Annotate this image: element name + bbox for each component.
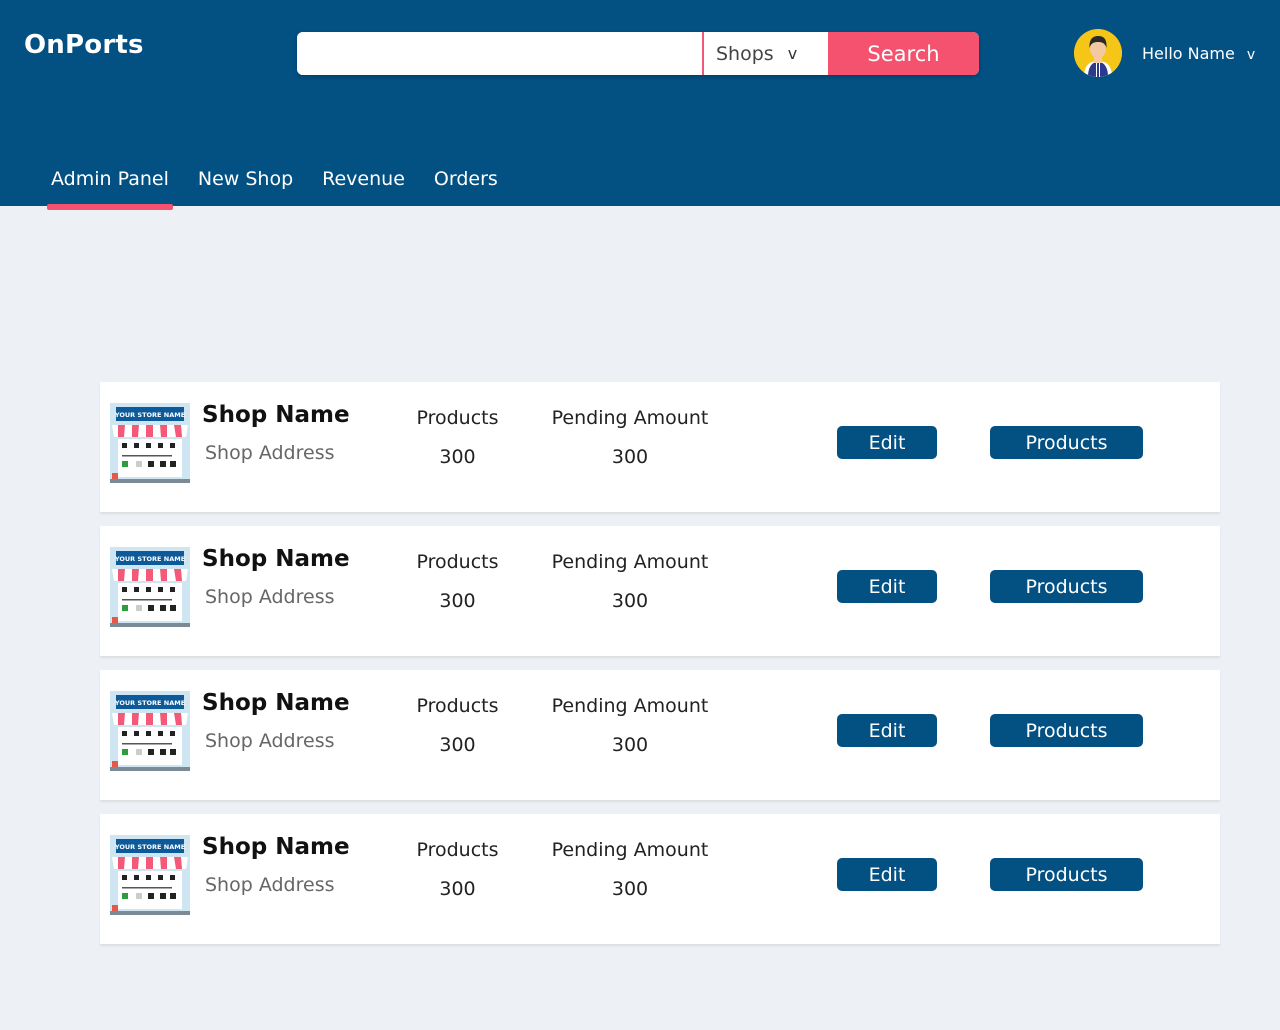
top-header: OnPorts Shops v Search Hello Name v Admi…: [0, 0, 1280, 210]
user-avatar-icon[interactable]: [1074, 29, 1122, 77]
products-value: 300: [439, 590, 476, 612]
app-logo[interactable]: OnPorts: [24, 30, 144, 60]
shop-address: Shop Address: [205, 586, 335, 608]
pending-amount: Pending Amount 300: [545, 551, 715, 612]
shop-card: YOUR STORE NAME Shop Name Shop Address P…: [100, 382, 1220, 512]
tab-new-shop[interactable]: New Shop: [194, 168, 297, 206]
chevron-down-icon: v: [787, 44, 798, 63]
edit-button[interactable]: Edit: [837, 714, 937, 747]
search-button[interactable]: Search: [828, 32, 979, 75]
products-button[interactable]: Products: [990, 714, 1143, 747]
shop-card: YOUR STORE NAME Shop Name Shop Address P…: [100, 526, 1220, 656]
pending-amount: Pending Amount 300: [545, 407, 715, 468]
svg-text:YOUR STORE NAME: YOUR STORE NAME: [114, 555, 185, 563]
shop-name[interactable]: Shop Name: [202, 834, 350, 860]
pending-amount-label: Pending Amount: [551, 407, 709, 429]
products-count: Products 300: [405, 551, 510, 612]
tab-revenue[interactable]: Revenue: [318, 168, 409, 206]
svg-text:YOUR STORE NAME: YOUR STORE NAME: [114, 699, 185, 707]
products-value: 300: [439, 734, 476, 756]
shop-address: Shop Address: [205, 874, 335, 896]
pending-amount-value: 300: [611, 590, 649, 612]
user-greeting: Hello Name: [1142, 43, 1235, 63]
search-category-select[interactable]: Shops v: [702, 32, 828, 75]
search-category-value: Shops: [716, 42, 774, 65]
products-label: Products: [416, 695, 499, 717]
edit-button[interactable]: Edit: [837, 858, 937, 891]
shop-thumbnail: YOUR STORE NAME: [110, 835, 190, 915]
tab-admin-panel[interactable]: Admin Panel: [47, 168, 173, 210]
products-button[interactable]: Products: [990, 426, 1143, 459]
main-tabs: Admin Panel New Shop Revenue Orders: [47, 168, 523, 210]
edit-button[interactable]: Edit: [837, 426, 937, 459]
products-label: Products: [416, 551, 499, 573]
edit-button[interactable]: Edit: [837, 570, 937, 603]
shop-address: Shop Address: [205, 442, 335, 464]
search-input[interactable]: [297, 32, 702, 75]
pending-amount-value: 300: [611, 878, 649, 900]
pending-amount-value: 300: [611, 446, 649, 468]
products-count: Products 300: [405, 839, 510, 900]
shop-name[interactable]: Shop Name: [202, 690, 350, 716]
shop-thumbnail: YOUR STORE NAME: [110, 403, 190, 483]
products-value: 300: [439, 446, 476, 468]
pending-amount-label: Pending Amount: [551, 551, 709, 573]
products-label: Products: [416, 839, 499, 861]
chevron-down-icon: v: [1246, 47, 1256, 63]
shop-card: YOUR STORE NAME Shop Name Shop Address P…: [100, 670, 1220, 800]
shop-address: Shop Address: [205, 730, 335, 752]
svg-text:YOUR STORE NAME: YOUR STORE NAME: [114, 843, 185, 851]
shop-list: YOUR STORE NAME Shop Name Shop Address P…: [100, 382, 1220, 958]
search-bar: Shops v Search: [297, 32, 979, 75]
products-label: Products: [416, 407, 499, 429]
products-button[interactable]: Products: [990, 858, 1143, 891]
products-button[interactable]: Products: [990, 570, 1143, 603]
pending-amount-value: 300: [611, 734, 649, 756]
tab-orders[interactable]: Orders: [430, 168, 502, 206]
shop-thumbnail: YOUR STORE NAME: [110, 547, 190, 627]
shop-card: YOUR STORE NAME Shop Name Shop Address P…: [100, 814, 1220, 944]
shop-thumbnail: YOUR STORE NAME: [110, 691, 190, 771]
pending-amount-label: Pending Amount: [551, 695, 709, 717]
products-count: Products 300: [405, 695, 510, 756]
products-value: 300: [439, 878, 476, 900]
pending-amount: Pending Amount 300: [545, 695, 715, 756]
pending-amount-label: Pending Amount: [551, 839, 709, 861]
svg-text:YOUR STORE NAME: YOUR STORE NAME: [114, 411, 185, 419]
shop-name[interactable]: Shop Name: [202, 546, 350, 572]
pending-amount: Pending Amount 300: [545, 839, 715, 900]
user-menu[interactable]: Hello Name v: [1142, 43, 1256, 64]
products-count: Products 300: [405, 407, 510, 468]
shop-name[interactable]: Shop Name: [202, 402, 350, 428]
